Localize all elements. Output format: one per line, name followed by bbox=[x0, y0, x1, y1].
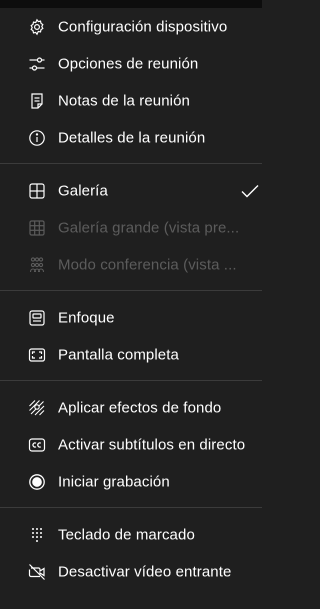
menu-item-label: Iniciar grabación bbox=[58, 473, 170, 490]
menu-item-label: Galería grande (vista pre... bbox=[58, 219, 240, 236]
info-icon bbox=[28, 129, 46, 147]
menu-item-together-mode[interactable]: Modo conferencia (vista ... bbox=[0, 246, 262, 283]
menu-item-label: Opciones de reunión bbox=[58, 55, 199, 72]
large-grid-icon bbox=[28, 219, 46, 237]
menu-item-dial-pad[interactable]: Teclado de marcado bbox=[0, 516, 262, 553]
video-off-icon bbox=[28, 563, 46, 581]
menu-divider bbox=[0, 507, 262, 508]
menu-item-live-captions[interactable]: Activar subtítulos en directo bbox=[0, 426, 262, 463]
menu-item-label: Modo conferencia (vista ... bbox=[58, 256, 237, 273]
menu-item-label: Enfoque bbox=[58, 309, 115, 326]
menu-item-background-effects[interactable]: Aplicar efectos de fondo bbox=[0, 389, 262, 426]
menu-item-start-recording[interactable]: Iniciar grabación bbox=[0, 463, 262, 500]
menu-item-meeting-options[interactable]: Opciones de reunión bbox=[0, 45, 262, 82]
menu-item-gallery[interactable]: Galería bbox=[0, 172, 262, 209]
menu-item-label: Detalles de la reunión bbox=[58, 129, 206, 146]
menu-item-label: Desactivar vídeo entrante bbox=[58, 563, 232, 580]
captions-icon bbox=[28, 436, 46, 454]
menu-divider bbox=[0, 163, 262, 164]
people-icon bbox=[28, 256, 46, 274]
menu-item-label: Galería bbox=[58, 182, 108, 199]
menu-item-label: Aplicar efectos de fondo bbox=[58, 399, 222, 416]
menu-item-turn-off-incoming-video[interactable]: Desactivar vídeo entrante bbox=[0, 553, 262, 590]
notes-icon bbox=[28, 92, 46, 110]
menu-item-label: Activar subtítulos en directo bbox=[58, 436, 246, 453]
menu-item-large-gallery[interactable]: Galería grande (vista pre... bbox=[0, 209, 262, 246]
window-top-edge bbox=[0, 0, 262, 8]
sliders-icon bbox=[28, 55, 46, 73]
more-actions-menu: Configuración dispositivo Opciones de re… bbox=[0, 8, 262, 590]
menu-item-label: Pantalla completa bbox=[58, 346, 179, 363]
checkmark-icon bbox=[240, 182, 260, 200]
menu-item-label: Notas de la reunión bbox=[58, 92, 190, 109]
menu-item-label: Teclado de marcado bbox=[58, 526, 195, 543]
menu-item-focus[interactable]: Enfoque bbox=[0, 299, 262, 336]
menu-item-label: Configuración dispositivo bbox=[58, 18, 228, 35]
record-icon bbox=[28, 473, 46, 491]
background-effects-icon bbox=[28, 399, 46, 417]
fullscreen-icon bbox=[28, 346, 46, 364]
menu-item-device-settings[interactable]: Configuración dispositivo bbox=[0, 8, 262, 45]
menu-divider bbox=[0, 380, 262, 381]
menu-item-meeting-notes[interactable]: Notas de la reunión bbox=[0, 82, 262, 119]
menu-item-fullscreen[interactable]: Pantalla completa bbox=[0, 336, 262, 373]
dialpad-icon bbox=[28, 526, 46, 544]
grid-icon bbox=[28, 182, 46, 200]
menu-item-meeting-details[interactable]: Detalles de la reunión bbox=[0, 119, 262, 156]
focus-icon bbox=[28, 309, 46, 327]
menu-divider bbox=[0, 290, 262, 291]
gear-icon bbox=[28, 18, 46, 36]
